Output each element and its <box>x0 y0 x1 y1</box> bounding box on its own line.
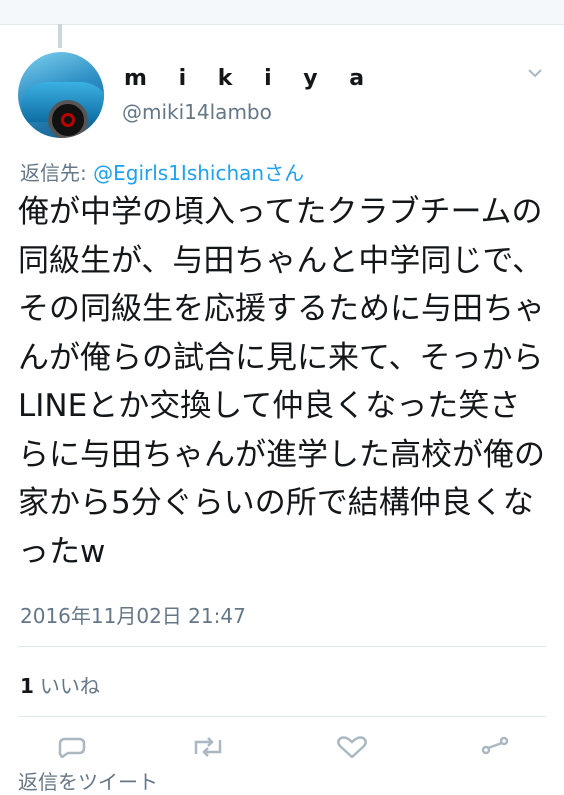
reply-to-line: 返信先: @Egirls1Ishichanさん <box>20 157 304 186</box>
avatar[interactable] <box>18 52 104 138</box>
reply-tweet-prompt[interactable]: 返信をツイート <box>18 766 158 795</box>
share-icon[interactable] <box>478 736 514 758</box>
tweet-text: 俺が中学の頃入ってたクラブチームの同級生が、与田ちゃんと中学同じで、その同級生を… <box>18 194 545 570</box>
retweet-icon[interactable] <box>190 736 226 758</box>
tweet-timestamp[interactable]: 2016年11月02日 21:47 <box>20 600 246 629</box>
reply-icon[interactable] <box>54 736 90 758</box>
user-handle[interactable]: @miki14lambo <box>122 100 272 124</box>
top-strip <box>0 0 564 25</box>
reply-to-link[interactable]: @Egirls1Ishichanさん <box>93 161 304 185</box>
display-name[interactable]: m i k i y a <box>124 66 376 91</box>
divider <box>18 646 546 647</box>
likes-summary[interactable]: 1 いいね <box>20 670 100 699</box>
like-count: 1 <box>20 674 34 698</box>
divider <box>18 716 546 717</box>
thread-line <box>58 24 62 48</box>
like-label: いいね <box>39 674 100 698</box>
heart-icon[interactable] <box>334 736 370 758</box>
action-bar <box>0 736 564 762</box>
avatar-car-wheel <box>48 100 88 138</box>
chevron-down-icon[interactable] <box>526 64 544 82</box>
reply-to-label: 返信先: <box>20 161 94 185</box>
